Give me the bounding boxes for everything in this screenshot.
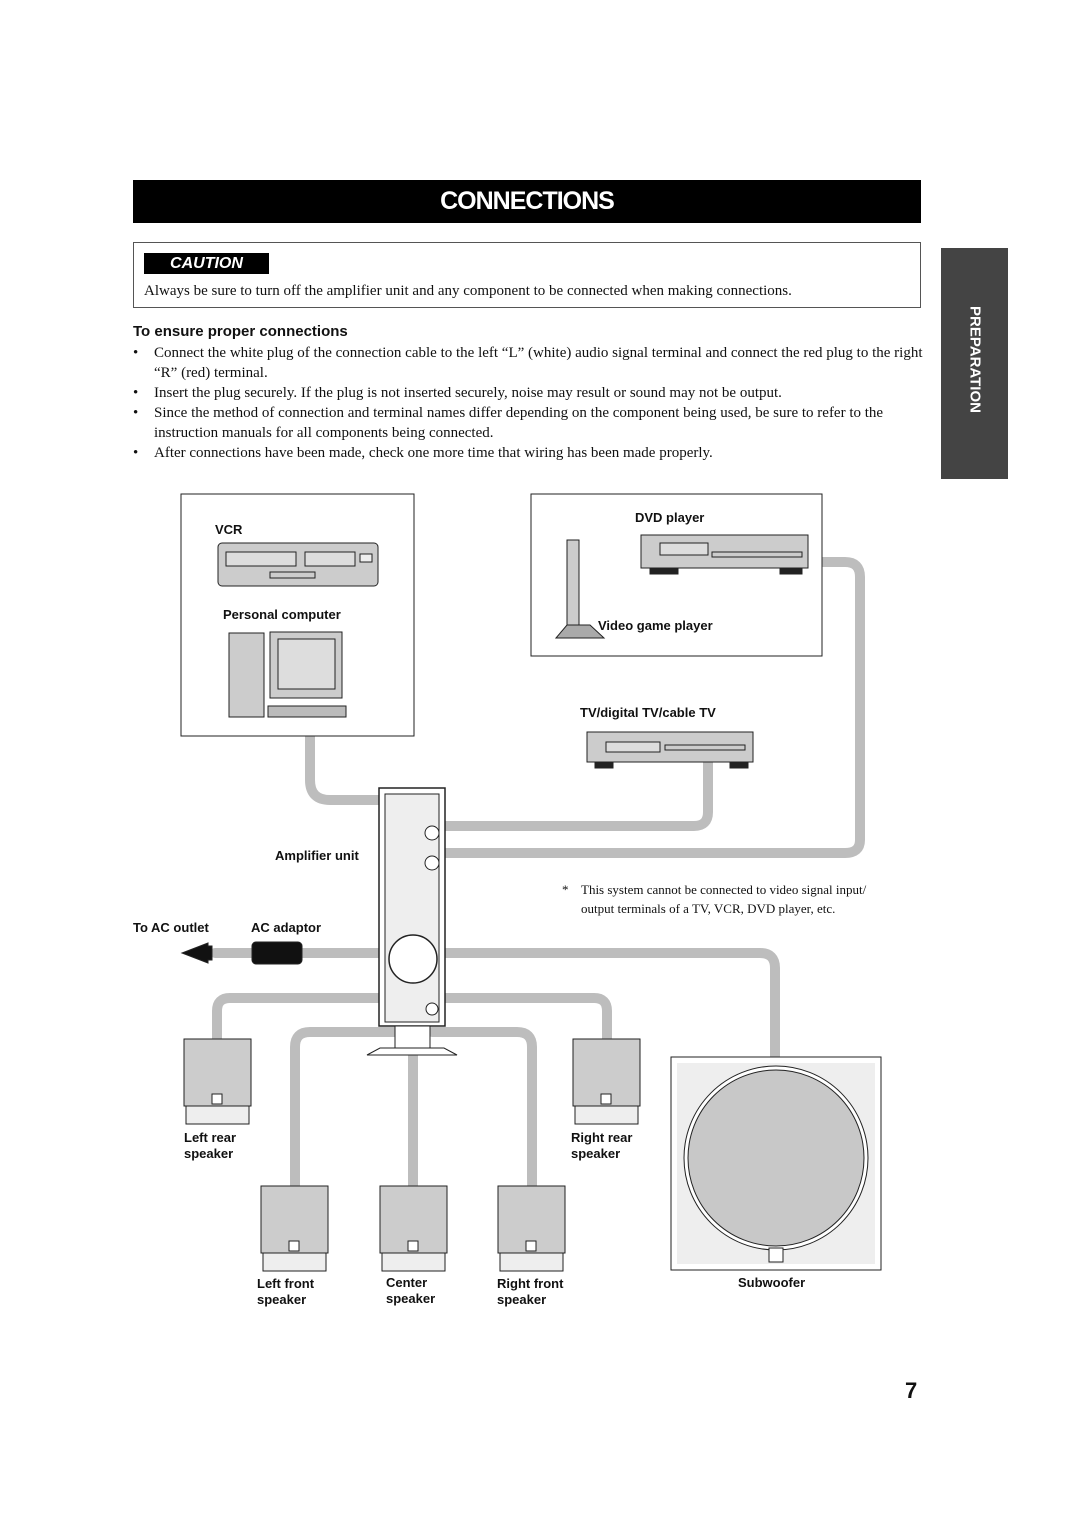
- cable-pc: [305, 731, 387, 805]
- page-number: 7: [905, 1378, 918, 1403]
- note-mark: *: [562, 882, 569, 897]
- tv-label: TV/digital TV/cable TV: [580, 705, 716, 720]
- vcr-label: VCR: [215, 522, 243, 537]
- ac-outlet-label: To AC outlet: [133, 920, 209, 935]
- cable-tv: [439, 757, 713, 831]
- subwoofer-label: Subwoofer: [738, 1275, 806, 1290]
- left-front-speaker-icon: [260, 1185, 329, 1272]
- tv-tuner-icon: [586, 731, 754, 769]
- note-line2: output terminals of a TV, VCR, DVD playe…: [581, 901, 836, 916]
- note-line1: This system cannot be connected to video…: [581, 882, 867, 897]
- right-front-label: Right front speaker: [497, 1276, 564, 1307]
- left-rear-speaker-icon: [183, 1038, 252, 1125]
- manual-page: CONNECTIONS CAUTION Always be sure to tu…: [0, 0, 1080, 1528]
- arrow-left-icon: [180, 942, 213, 964]
- left-front-label: Left front speaker: [257, 1276, 315, 1307]
- game-label: Video game player: [598, 618, 713, 633]
- subwoofer-icon: [670, 1056, 882, 1271]
- ac-adaptor-icon: [251, 941, 303, 965]
- amplifier-icon: [366, 787, 458, 1056]
- dvd-player-icon: [640, 534, 809, 575]
- pc-label: Personal computer: [223, 607, 341, 622]
- right-rear-speaker-icon: [572, 1038, 641, 1125]
- ac-adaptor-label: AC adaptor: [251, 920, 322, 935]
- right-rear-label: Right rear speaker: [571, 1130, 633, 1161]
- left-rear-label: Left rear speaker: [184, 1130, 237, 1161]
- amp-label: Amplifier unit: [275, 848, 359, 863]
- right-front-speaker-icon: [497, 1185, 566, 1272]
- dvd-label: DVD player: [635, 510, 705, 525]
- center-speaker-icon: [379, 1185, 448, 1272]
- vcr-icon: [217, 542, 379, 587]
- center-label: Center speaker: [386, 1275, 436, 1306]
